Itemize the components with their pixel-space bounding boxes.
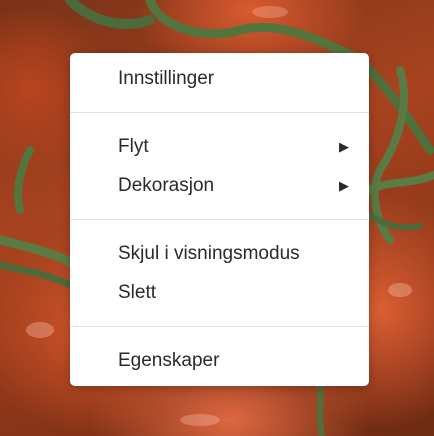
context-menu: Innstillinger Flyt ▶ Dekorasjon ▶ Skjul … xyxy=(70,53,369,386)
menu-item-label: Slett xyxy=(118,282,157,303)
menu-separator xyxy=(70,326,369,327)
menu-item-label: Dekorasjon xyxy=(118,175,215,196)
menu-item-skjul-i-visningsmodus[interactable]: Skjul i visningsmodus xyxy=(70,234,369,273)
menu-item-label: Innstillinger xyxy=(118,68,215,89)
menu-item-egenskaper[interactable]: Egenskaper xyxy=(70,341,369,380)
menu-item-slett[interactable]: Slett xyxy=(70,273,369,312)
submenu-arrow-icon: ▶ xyxy=(339,178,349,193)
menu-item-flyt[interactable]: Flyt ▶ xyxy=(70,127,369,166)
menu-item-dekorasjon[interactable]: Dekorasjon ▶ xyxy=(70,166,369,205)
submenu-arrow-icon: ▶ xyxy=(339,139,349,154)
menu-item-innstillinger[interactable]: Innstillinger xyxy=(70,59,369,98)
menu-separator xyxy=(70,112,369,113)
menu-item-label: Skjul i visningsmodus xyxy=(118,243,300,264)
menu-item-label: Flyt xyxy=(118,136,149,157)
menu-separator xyxy=(70,219,369,220)
menu-item-label: Egenskaper xyxy=(118,350,220,371)
